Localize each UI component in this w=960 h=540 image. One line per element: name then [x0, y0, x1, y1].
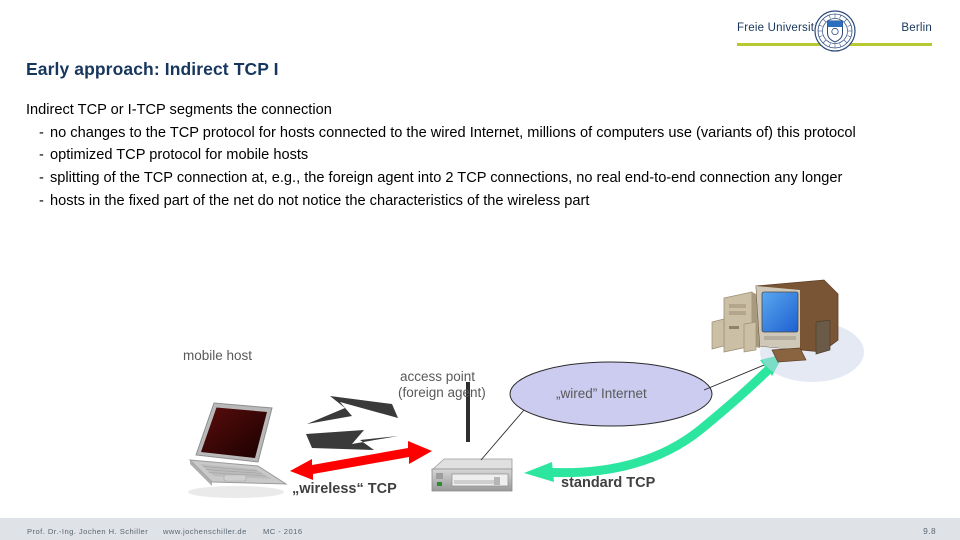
connector-ap-to-cloud: [480, 409, 525, 461]
bullet-marker: -: [39, 192, 44, 209]
laptop-icon: [188, 402, 288, 498]
footer-page-number: 9.8: [923, 526, 936, 536]
footer-bar: Prof. Dr.-Ing. Jochen H. Schiller www.jo…: [0, 518, 960, 540]
bullet-item: - hosts in the fixed part of the net do …: [26, 190, 941, 213]
logo-text-left: Freie Universität: [737, 22, 825, 34]
bullet-marker: -: [39, 170, 44, 187]
fu-berlin-seal-icon: [813, 10, 856, 52]
bullet-text: hosts in the fixed part of the net do no…: [50, 192, 590, 209]
bullet-text: no changes to the TCP protocol for hosts…: [50, 124, 856, 141]
logo-text-right: Berlin: [901, 22, 932, 34]
label-access-point-line1: access point: [400, 369, 476, 384]
label-mobile-host: mobile host: [183, 348, 253, 363]
bullet-text: splitting of the TCP connection at, e.g.…: [50, 170, 843, 187]
network-diagram: mobile host access point (foreign agent)…: [0, 270, 960, 520]
label-wireless-tcp: „wireless“ TCP: [292, 481, 397, 497]
footer-course: MC - 2016: [263, 527, 303, 536]
bullet-marker: -: [39, 124, 44, 141]
footer-url[interactable]: www.jochenschiller.de: [163, 527, 247, 536]
label-wired-internet: „wired” Internet: [556, 386, 647, 401]
label-standard-tcp: standard TCP: [561, 475, 656, 491]
slide-title: Early approach: Indirect TCP I: [26, 59, 279, 79]
bullet-text: optimized TCP protocol for mobile hosts: [50, 147, 309, 164]
slide-body: Indirect TCP or I-TCP segments the conne…: [26, 99, 941, 213]
bullet-marker: -: [39, 147, 44, 164]
bullet-item: - optimized TCP protocol for mobile host…: [26, 144, 941, 167]
wireless-signal-arrows: [306, 396, 398, 450]
body-lead: Indirect TCP or I-TCP segments the conne…: [26, 102, 332, 118]
slide: Freie Universität Berlin Early approach:…: [0, 0, 960, 540]
bullet-item: - splitting of the TCP connection at, e.…: [26, 167, 941, 190]
label-access-point-line2: (foreign agent): [398, 385, 486, 400]
desktop-computer-icon: [711, 279, 864, 382]
footer-author: Prof. Dr.-Ing. Jochen H. Schiller: [27, 527, 149, 536]
fu-berlin-logo: Freie Universität Berlin: [737, 10, 932, 52]
bullet-item: - no changes to the TCP protocol for hos…: [26, 122, 941, 145]
